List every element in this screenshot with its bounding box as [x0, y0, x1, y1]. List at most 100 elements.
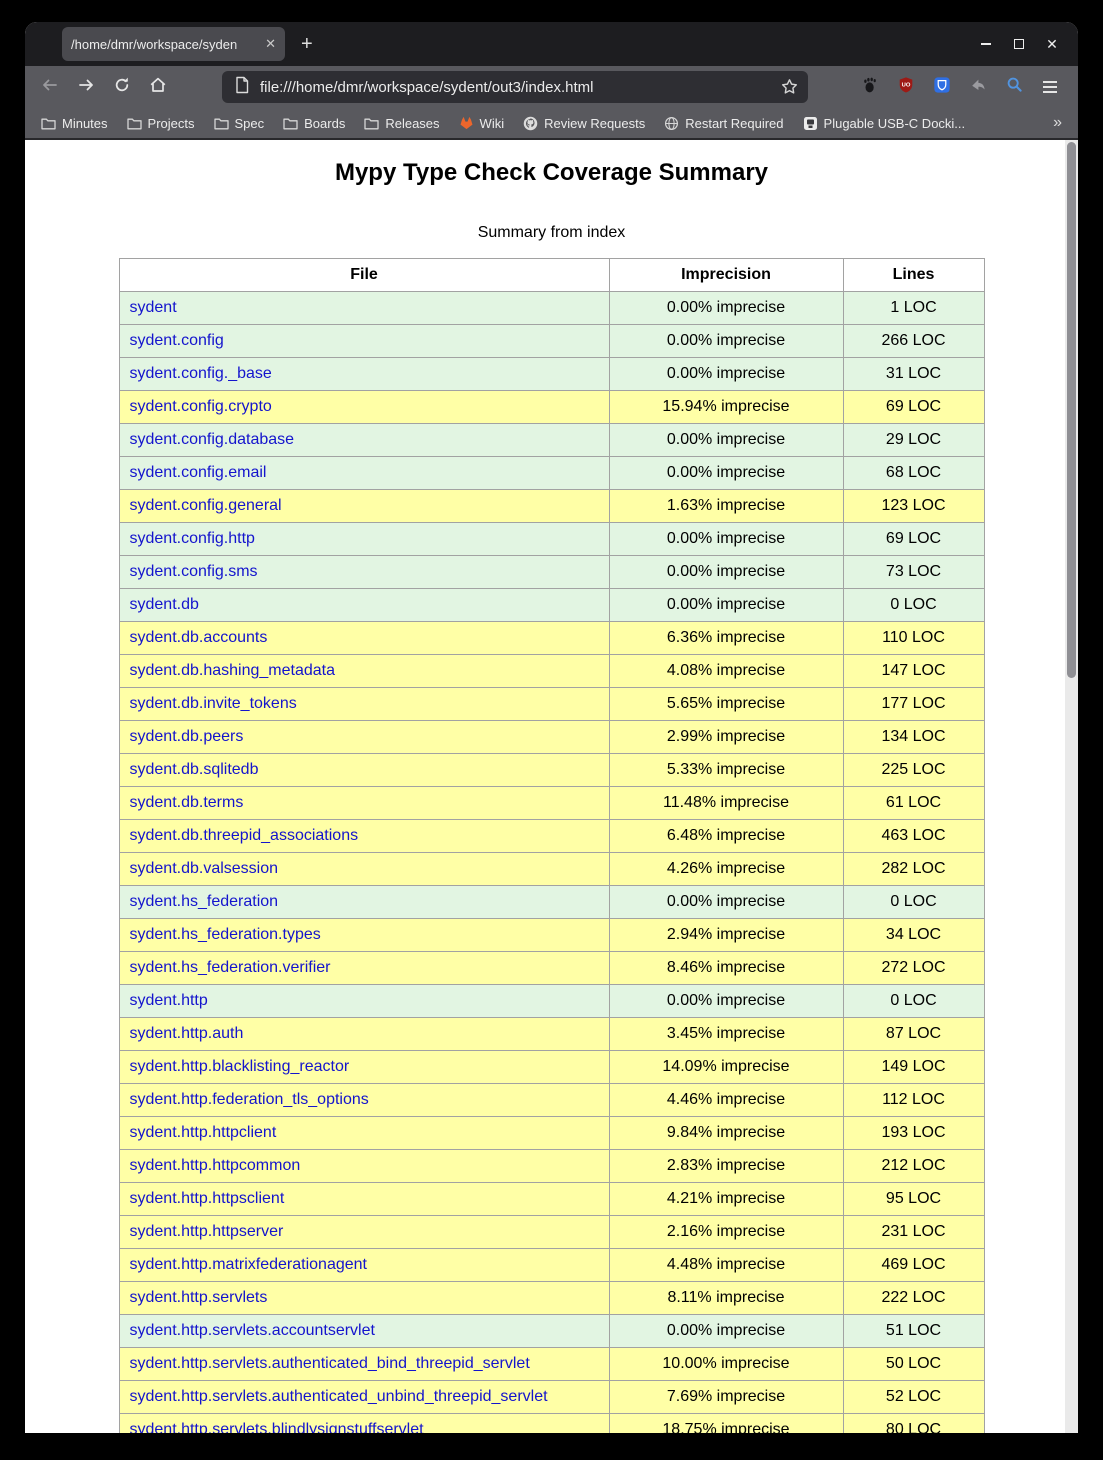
lines-cell: 225 LOC — [843, 754, 984, 787]
new-tab-button[interactable]: + — [301, 33, 313, 56]
reload-button[interactable] — [107, 72, 137, 102]
bookmark-label: Wiki — [480, 116, 505, 131]
bookmark-label: Restart Required — [685, 116, 783, 131]
module-link[interactable]: sydent.http.federation_tls_options — [130, 1091, 369, 1108]
bookmark-boards[interactable]: Boards — [283, 116, 345, 131]
bookmark-star-icon[interactable] — [780, 77, 799, 100]
module-link[interactable]: sydent.http.blacklisting_reactor — [130, 1058, 350, 1075]
lines-cell: 212 LOC — [843, 1150, 984, 1183]
maximize-button[interactable] — [1009, 34, 1029, 54]
module-link[interactable]: sydent.config.general — [130, 497, 282, 514]
module-link[interactable]: sydent.config.email — [130, 464, 267, 481]
bookmark-review-requests[interactable]: Review Requests — [523, 116, 645, 131]
table-row: sydent.config0.00% imprecise266 LOC — [119, 325, 984, 358]
module-link[interactable]: sydent.db.accounts — [130, 629, 268, 646]
module-link[interactable]: sydent.hs_federation.types — [130, 926, 321, 943]
lines-cell: 52 LOC — [843, 1381, 984, 1414]
imprecision-cell: 6.48% imprecise — [609, 820, 843, 853]
bookmark-wiki[interactable]: Wiki — [459, 116, 505, 131]
url-bar[interactable]: file:///home/dmr/workspace/sydent/out3/i… — [222, 71, 808, 103]
bookmark-plugable-usb-c-docki[interactable]: Plugable USB-C Docki... — [803, 116, 966, 131]
module-link[interactable]: sydent.config — [130, 332, 224, 349]
module-link[interactable]: sydent.http.httpsclient — [130, 1190, 285, 1207]
page-icon — [234, 76, 250, 98]
module-link[interactable]: sydent.hs_federation — [130, 893, 279, 910]
forward-button[interactable] — [71, 72, 101, 102]
bookmark-label: Minutes — [62, 116, 108, 131]
imprecision-cell: 4.08% imprecise — [609, 655, 843, 688]
lines-cell: 80 LOC — [843, 1414, 984, 1434]
imprecision-cell: 18.75% imprecise — [609, 1414, 843, 1434]
search-button[interactable] — [999, 72, 1029, 102]
home-button[interactable] — [143, 72, 173, 102]
module-link[interactable]: sydent.db.valsession — [130, 860, 279, 877]
table-row: sydent.hs_federation.types2.94% imprecis… — [119, 919, 984, 952]
file-cell: sydent.db.threepid_associations — [119, 820, 609, 853]
ublock-extension-button[interactable]: UO — [891, 72, 921, 102]
module-link[interactable]: sydent.db — [130, 596, 199, 613]
scrollbar-thumb[interactable] — [1067, 142, 1076, 678]
module-link[interactable]: sydent.http.servlets — [130, 1289, 268, 1306]
browser-tab[interactable]: /home/dmr/workspace/syden ✕ — [62, 27, 285, 61]
bookmarks-overflow-button[interactable]: » — [1053, 114, 1062, 132]
url-text[interactable]: file:///home/dmr/workspace/sydent/out3/i… — [260, 79, 594, 96]
module-link[interactable]: sydent.hs_federation.verifier — [130, 959, 331, 976]
module-link[interactable]: sydent — [130, 299, 177, 316]
imprecision-cell: 1.63% imprecise — [609, 490, 843, 523]
module-link[interactable]: sydent.http.servlets.blindlysignstuffser… — [130, 1421, 424, 1433]
bookmark-minutes[interactable]: Minutes — [41, 116, 108, 131]
bookmark-restart-required[interactable]: Restart Required — [664, 116, 783, 131]
navigation-toolbar: file:///home/dmr/workspace/sydent/out3/i… — [25, 66, 1078, 108]
file-cell: sydent.http.servlets — [119, 1282, 609, 1315]
file-cell: sydent.http.servlets.authenticated_unbin… — [119, 1381, 609, 1414]
close-button[interactable]: ✕ — [1042, 34, 1062, 54]
module-link[interactable]: sydent.db.peers — [130, 728, 244, 745]
module-link[interactable]: sydent.config.sms — [130, 563, 258, 580]
module-link[interactable]: sydent.config._base — [130, 365, 272, 382]
lines-cell: 87 LOC — [843, 1018, 984, 1051]
module-link[interactable]: sydent.db.invite_tokens — [130, 695, 297, 712]
module-link[interactable]: sydent.config.database — [130, 431, 295, 448]
bookmark-projects[interactable]: Projects — [127, 116, 195, 131]
table-row: sydent.http.httpclient9.84% imprecise193… — [119, 1117, 984, 1150]
module-link[interactable]: sydent.db.hashing_metadata — [130, 662, 335, 679]
module-link[interactable]: sydent.db.threepid_associations — [130, 827, 359, 844]
module-link[interactable]: sydent.db.terms — [130, 794, 244, 811]
menu-button[interactable] — [1035, 72, 1065, 102]
share-extension-button[interactable] — [963, 72, 993, 102]
imprecision-cell: 14.09% imprecise — [609, 1051, 843, 1084]
browser-window: /home/dmr/workspace/syden ✕ + ✕ — [25, 22, 1078, 1433]
bitwarden-extension-button[interactable] — [927, 72, 957, 102]
module-link[interactable]: sydent.http — [130, 992, 208, 1009]
minimize-button[interactable] — [976, 34, 996, 54]
module-link[interactable]: sydent.http.auth — [130, 1025, 244, 1042]
back-button[interactable] — [35, 72, 65, 102]
github-icon — [523, 116, 538, 131]
module-link[interactable]: sydent.http.httpserver — [130, 1223, 284, 1240]
scrollbar-track[interactable] — [1065, 140, 1078, 1433]
folder-icon — [41, 117, 56, 130]
imprecision-cell: 2.16% imprecise — [609, 1216, 843, 1249]
table-header-row: File Imprecision Lines — [119, 259, 984, 292]
home-icon — [148, 75, 168, 100]
imprecision-cell: 0.00% imprecise — [609, 292, 843, 325]
module-link[interactable]: sydent.http.matrixfederationagent — [130, 1256, 367, 1273]
bookmark-releases[interactable]: Releases — [364, 116, 439, 131]
tab-close-icon[interactable]: ✕ — [265, 36, 276, 52]
module-link[interactable]: sydent.http.servlets.authenticated_unbin… — [130, 1388, 548, 1405]
module-link[interactable]: sydent.http.servlets.accountservlet — [130, 1322, 375, 1339]
table-row: sydent.db.terms11.48% imprecise61 LOC — [119, 787, 984, 820]
module-link[interactable]: sydent.db.sqlitedb — [130, 761, 259, 778]
module-link[interactable]: sydent.http.servlets.authenticated_bind_… — [130, 1355, 530, 1372]
module-link[interactable]: sydent.http.httpclient — [130, 1124, 277, 1141]
file-cell: sydent.config._base — [119, 358, 609, 391]
imprecision-cell: 7.69% imprecise — [609, 1381, 843, 1414]
module-link[interactable]: sydent.config.crypto — [130, 398, 272, 415]
lines-cell: 68 LOC — [843, 457, 984, 490]
module-link[interactable]: sydent.http.httpcommon — [130, 1157, 301, 1174]
bookmark-spec[interactable]: Spec — [214, 116, 265, 131]
module-link[interactable]: sydent.config.http — [130, 530, 255, 547]
imprecision-cell: 0.00% imprecise — [609, 424, 843, 457]
gnome-extension-button[interactable] — [855, 72, 885, 102]
file-cell: sydent.http.httpclient — [119, 1117, 609, 1150]
